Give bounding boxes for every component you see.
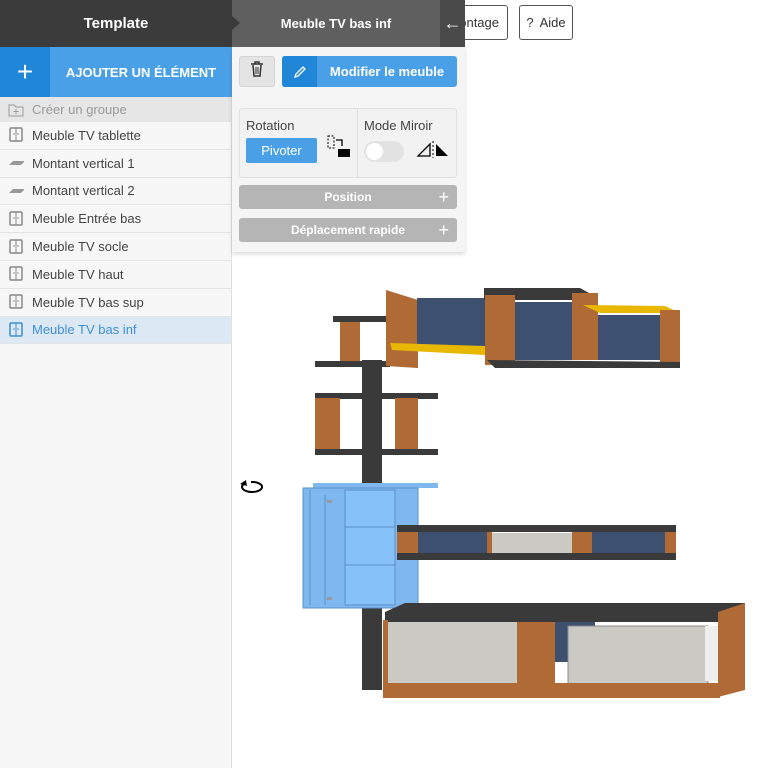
position-section[interactable]: Position + [239,185,457,209]
selected-element-title: Meuble TV bas inf [232,0,440,47]
rotate-icon [327,135,351,162]
mirror-toggle[interactable] [364,140,404,162]
template-header: Template [0,0,232,47]
plus-icon: + [438,219,449,240]
furniture-model [302,288,745,698]
trash-icon [250,61,264,82]
rotate-button[interactable]: Pivoter [246,138,317,163]
rotate-view-icon[interactable] [240,480,263,493]
plus-icon: + [438,186,449,207]
arrow-left-icon: ← [443,13,462,33]
rotation-mirror-card: Rotation Pivoter Mode Miroir [239,108,457,178]
delete-button[interactable] [239,56,275,87]
back-button[interactable]: ← [440,0,465,47]
mirror-icon [416,133,450,162]
quick-move-section[interactable]: Déplacement rapide + [239,218,457,242]
edit-furniture-button[interactable]: Modifier le meuble [282,56,457,87]
element-panel: Modifier le meuble Rotation Pivoter Mode… [232,47,465,252]
pencil-icon [282,56,317,87]
